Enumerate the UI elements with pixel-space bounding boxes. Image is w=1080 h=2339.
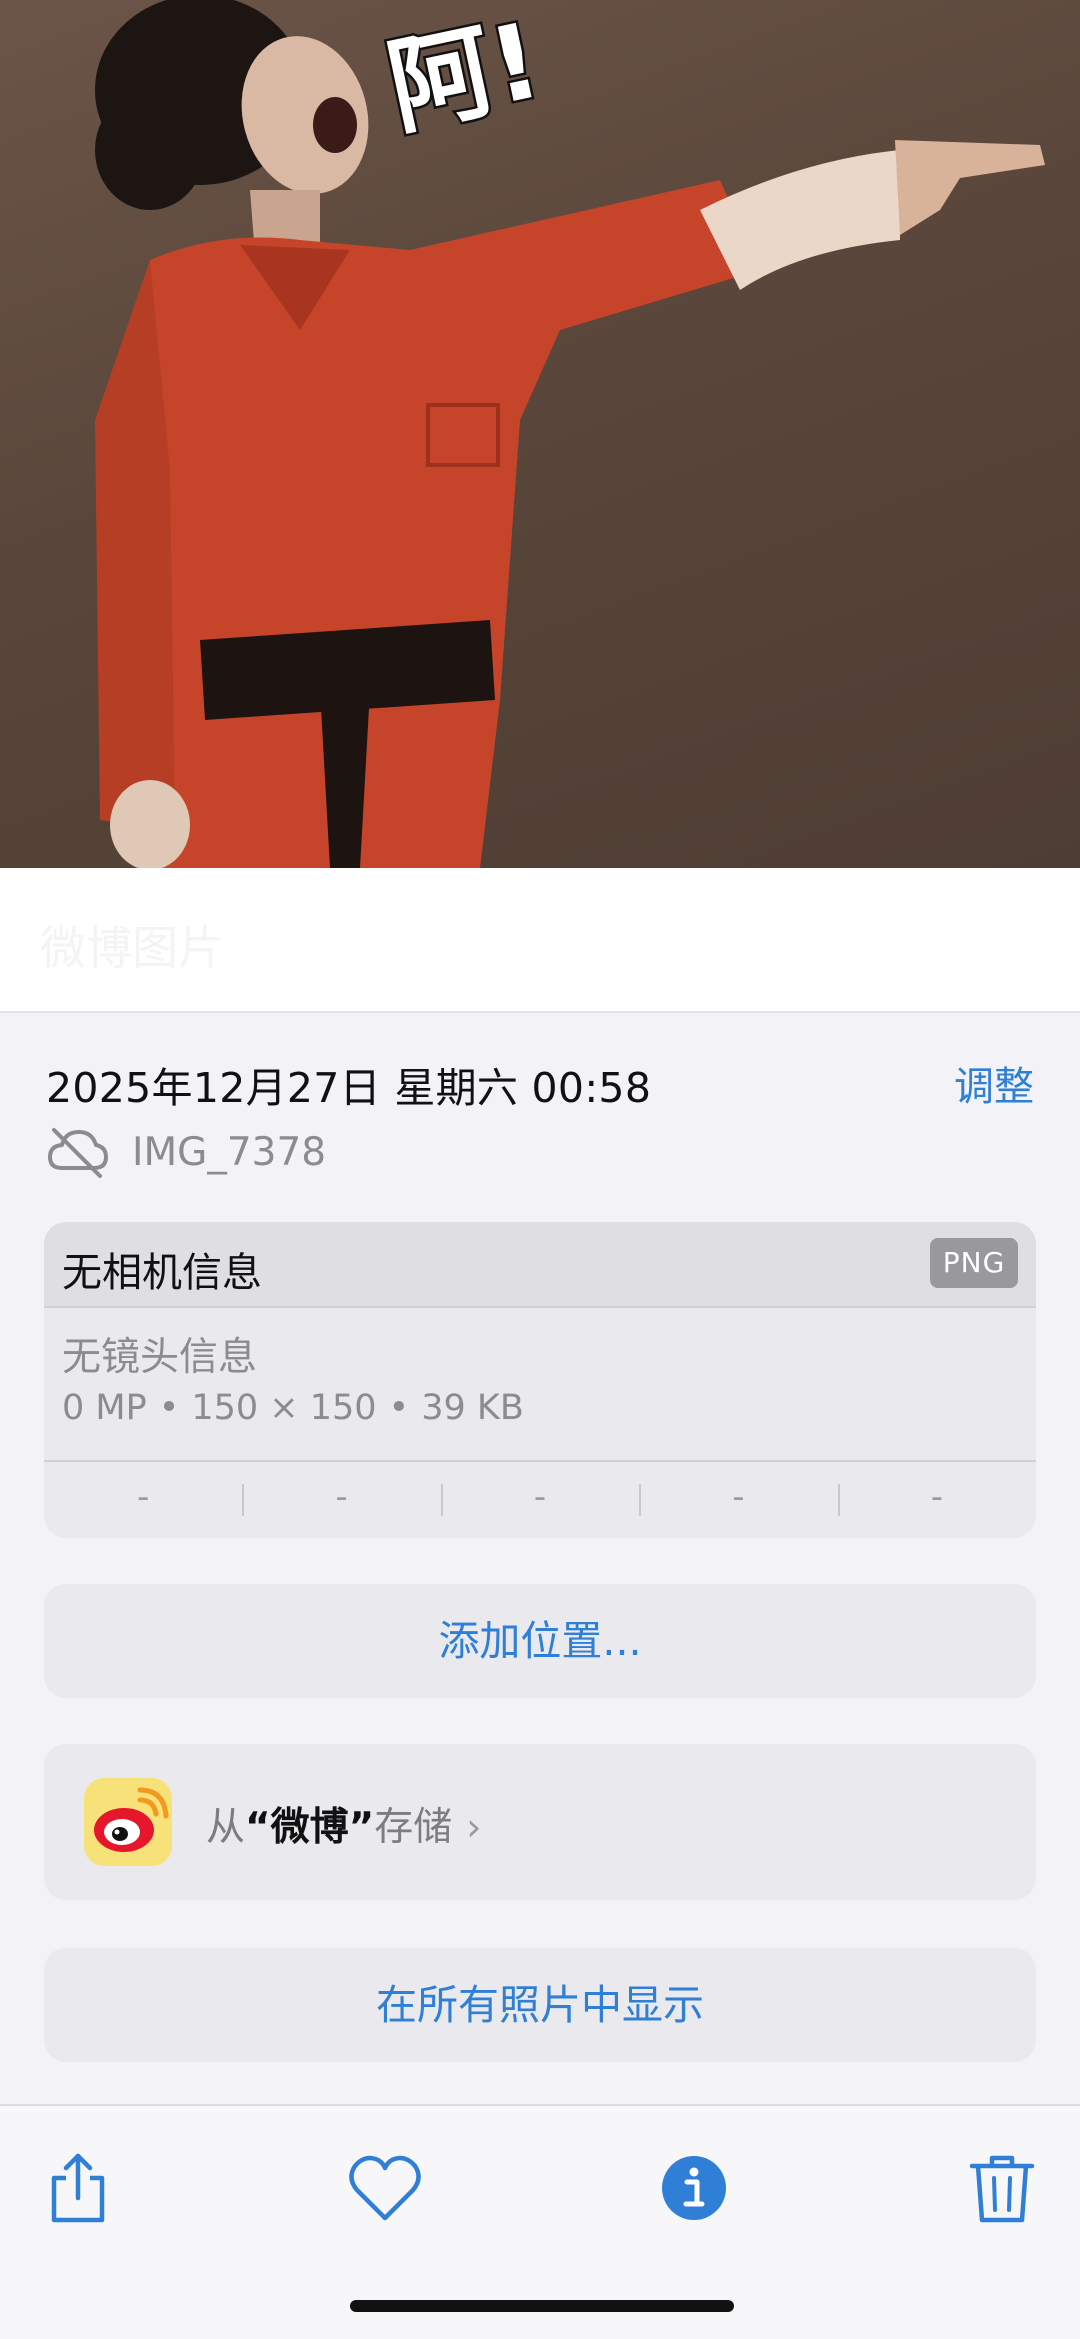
exif-iso: - (137, 1477, 150, 1517)
photo-overlay-text: 阿! (377, 0, 550, 150)
camera-info-card: 无相机信息 PNG 无镜头信息 0 MP • 150 × 150 • 39 KB - -… (44, 1222, 1036, 1538)
camera-title: 无相机信息 (62, 1250, 262, 1296)
exif-ev: - (440, 1464, 639, 1538)
info-icon[interactable] (654, 2148, 734, 2228)
format-badge: PNG (930, 1238, 1018, 1288)
exif-focal-length: - (242, 1464, 440, 1538)
file-size: 39 KB (421, 1388, 524, 1428)
saved-suffix: 存储 (374, 1805, 453, 1850)
dimensions: 150 × 150 (191, 1388, 377, 1428)
saved-prefix: 从 (206, 1805, 246, 1850)
adjust-button[interactable]: 调整 (954, 1054, 1034, 1112)
lens-info: 无镜头信息 (62, 1335, 258, 1380)
trash-icon[interactable] (962, 2148, 1042, 2228)
spec-separator: • (158, 1388, 180, 1428)
cloud-off-icon (48, 1128, 108, 1178)
share-icon[interactable] (38, 2148, 118, 2228)
add-location-card[interactable]: 添加位置... (44, 1584, 1036, 1698)
weibo-app-icon (84, 1778, 172, 1866)
exif-aperture: - (639, 1464, 837, 1538)
saved-from-app-row[interactable]: 从“微博”存储 › (44, 1744, 1036, 1900)
photo-viewer[interactable]: 阿! (0, 0, 1080, 868)
camera-info-header: 无相机信息 PNG (44, 1222, 1036, 1308)
exif-divider (44, 1460, 1036, 1462)
photo-datetime: 2025年12月27日 星期六 00:58 (46, 1064, 652, 1112)
megapixels: 0 MP (62, 1388, 147, 1428)
caption-placeholder[interactable]: 微博图片 (40, 912, 224, 978)
spec-separator: • (388, 1388, 410, 1428)
saved-from-label: 从“微博”存储 › (206, 1796, 482, 1852)
heart-icon[interactable] (345, 2148, 425, 2228)
show-in-all-photos-button[interactable]: 在所有照片中显示 (44, 1948, 1036, 2062)
section-divider (0, 1011, 1080, 1013)
photo-image: 阿! (95, 0, 1045, 868)
saved-app-name: “微博” (245, 1805, 375, 1850)
file-name-row: IMG_7378 (46, 1124, 326, 1180)
exif-shutter: - (837, 1464, 1036, 1538)
home-indicator[interactable] (350, 2300, 734, 2312)
exif-row: - - - - - (44, 1464, 1036, 1538)
add-location-button[interactable]: 添加位置... (44, 1584, 1036, 1698)
show-in-all-photos-card[interactable]: 在所有照片中显示 (44, 1948, 1036, 2062)
image-specs: 0 MP • 150 × 150 • 39 KB (62, 1388, 524, 1428)
caption-strip[interactable]: 微博图片 (0, 868, 1080, 1012)
chevron-right-icon: › (466, 1805, 482, 1849)
file-name: IMG_7378 (132, 1129, 327, 1175)
